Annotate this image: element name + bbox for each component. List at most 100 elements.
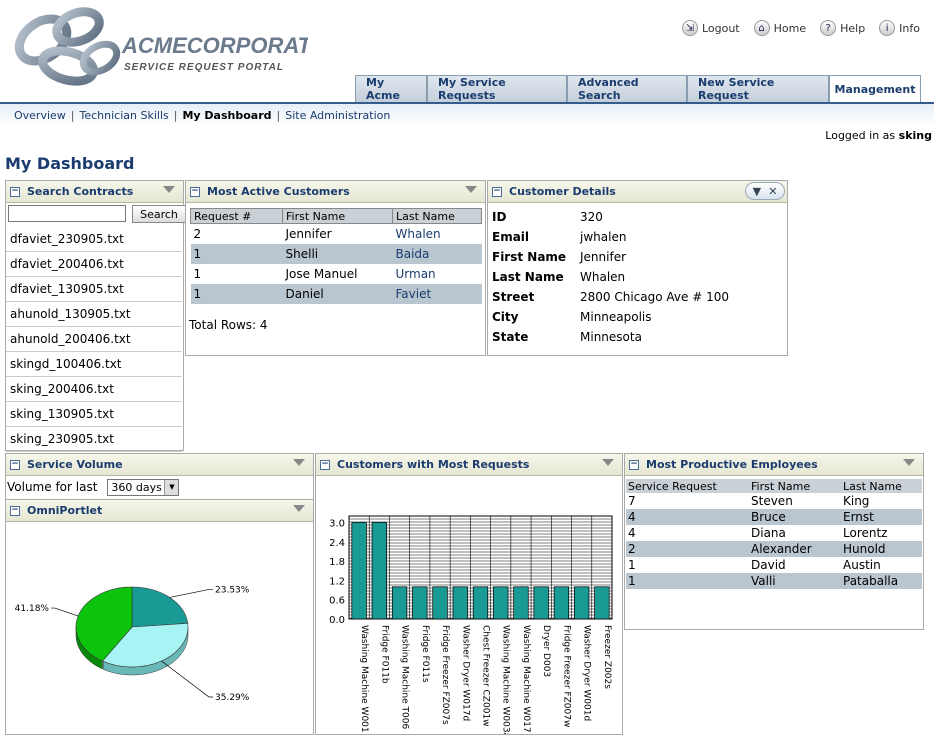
portlet-header: − Service Volume — [6, 454, 313, 476]
list-item[interactable]: dfaviet_200406.txt — [6, 252, 182, 277]
table-cell: Daniel — [282, 283, 393, 304]
customer-link[interactable]: Baida — [392, 243, 482, 264]
list-item[interactable]: sking_230905.txt — [6, 427, 182, 452]
column-header[interactable]: First Name — [749, 479, 841, 493]
column-header[interactable]: Request # — [190, 208, 283, 224]
subnav-technician-skills[interactable]: Technician Skills — [80, 109, 169, 122]
y-tick-label: 2.4 — [329, 538, 345, 549]
subnav-my-dashboard[interactable]: My Dashboard — [182, 109, 271, 122]
chevron-down-icon[interactable] — [293, 505, 305, 512]
logout-link[interactable]: ⇲ Logout — [681, 20, 740, 36]
search-contracts-portlet: − Search Contracts Search dfaviet_230905… — [5, 180, 186, 452]
x-tick-label: Washing Machine W003a — [501, 625, 511, 734]
chevron-down-icon[interactable] — [903, 459, 915, 466]
portlet-title: Search Contracts — [27, 185, 134, 198]
table-cell: Steven — [751, 494, 793, 508]
detail-row: Email jwhalen — [488, 227, 729, 247]
bar[interactable] — [432, 586, 448, 620]
table-cell: Diana — [751, 526, 786, 540]
list-item[interactable]: sking_130905.txt — [6, 402, 182, 427]
y-tick-label: 3.0 — [329, 518, 345, 529]
tab-new-service-request[interactable]: New Service Request — [687, 75, 829, 102]
column-header[interactable]: First Name — [282, 208, 393, 224]
portlet-title: Service Volume — [27, 458, 123, 471]
detail-value: Minnesota — [580, 330, 642, 344]
table-cell: 1 — [193, 266, 202, 281]
bar[interactable] — [412, 586, 428, 620]
volume-label: Volume for last — [7, 480, 98, 494]
detail-value: 2800 Chicago Ave # 100 — [580, 290, 729, 304]
table-cell: 7 — [628, 494, 636, 508]
home-label: Home — [773, 21, 807, 35]
list-item[interactable]: dfaviet_130905.txt — [6, 277, 182, 302]
subnav-site-administration[interactable]: Site Administration — [285, 109, 390, 122]
bar[interactable] — [594, 586, 610, 620]
bar[interactable] — [371, 522, 387, 620]
collapse-icon[interactable]: − — [10, 186, 20, 197]
detail-label: Email — [492, 230, 530, 244]
portlet-header: − Search Contracts — [6, 181, 183, 203]
pie-slice[interactable] — [131, 586, 189, 628]
table-cell: 1 — [190, 243, 283, 264]
tab-advanced-search[interactable]: Advanced Search — [567, 75, 687, 102]
tab-my-acme[interactable]: My Acme — [355, 75, 427, 102]
search-input[interactable] — [8, 205, 126, 222]
bar[interactable] — [533, 586, 549, 620]
bar[interactable] — [351, 522, 367, 620]
chain-logo-icon: ACMECORPORATION SERVICE REQUEST PORTAL — [14, 7, 351, 86]
info-link[interactable]: i Info — [879, 20, 920, 36]
table-row: 4 Bruce Ernst — [626, 509, 922, 525]
help-link[interactable]: ? Help — [820, 20, 865, 36]
close-icon[interactable]: ✕ — [768, 185, 777, 198]
tab-my-service-requests[interactable]: My Service Requests — [427, 75, 567, 102]
table-cell: 2 — [193, 226, 202, 241]
y-tick-label: 1.8 — [329, 557, 345, 568]
tab-management[interactable]: Management — [829, 75, 921, 102]
bar[interactable] — [574, 586, 590, 620]
list-item[interactable]: ahunold_200406.txt — [6, 327, 182, 352]
bar[interactable] — [513, 586, 529, 620]
portlet-title: Customer Details — [509, 185, 616, 198]
table-cell: 4 — [626, 509, 749, 525]
list-item[interactable]: ahunold_130905.txt — [6, 302, 182, 327]
search-button[interactable]: Search — [132, 205, 186, 223]
list-item[interactable]: sking_200406.txt — [6, 377, 182, 402]
detail-row: Last Name Whalen — [488, 267, 729, 287]
bar[interactable] — [452, 586, 468, 620]
chevron-down-icon[interactable]: ▼ — [164, 479, 179, 495]
help-icon: ? — [820, 20, 837, 36]
customer-link[interactable]: Faviet — [392, 283, 482, 304]
customer-link[interactable]: Whalen — [393, 224, 482, 244]
chevron-down-icon[interactable] — [465, 186, 477, 193]
portlet-header: − OmniPortlet — [6, 500, 313, 522]
table-cell: 1 — [190, 283, 283, 304]
chevron-down-icon[interactable] — [293, 459, 305, 466]
column-header[interactable]: Last Name — [392, 208, 482, 224]
volume-select[interactable]: 360 days ▼ — [107, 478, 180, 496]
bar[interactable] — [391, 586, 408, 620]
customer-link[interactable]: Urman — [393, 264, 482, 284]
bar[interactable] — [493, 586, 509, 620]
chevron-down-icon[interactable] — [602, 459, 614, 466]
y-tick-label: 0.0 — [329, 615, 345, 626]
collapse-icon[interactable]: − — [492, 186, 502, 197]
pie-leader-line — [169, 589, 213, 598]
portlet-header: − Most Productive Employees — [625, 454, 923, 476]
x-tick-label: Dryer D003 — [541, 625, 551, 677]
bar[interactable] — [472, 586, 489, 620]
productive-employees-portlet: − Most Productive Employees Service Requ… — [624, 453, 924, 630]
collapse-icon[interactable]: − — [320, 459, 330, 470]
collapse-icon[interactable]: − — [629, 459, 639, 470]
bar[interactable] — [553, 586, 570, 620]
collapse-icon[interactable]: − — [10, 505, 20, 516]
list-item[interactable]: dfaviet_230905.txt — [6, 227, 182, 252]
collapse-icon[interactable]: − — [190, 186, 200, 197]
chevron-down-icon[interactable] — [163, 186, 175, 193]
list-item[interactable]: skingd_100406.txt — [6, 352, 182, 377]
home-link[interactable]: ⌂ Home — [753, 20, 807, 36]
column-header[interactable]: Last Name — [841, 479, 922, 493]
portlet-menu-icon[interactable]: ▼ — [753, 185, 761, 198]
collapse-icon[interactable]: − — [10, 459, 20, 470]
subnav-overview[interactable]: Overview — [14, 109, 66, 122]
column-header[interactable]: Service Request — [626, 479, 749, 493]
